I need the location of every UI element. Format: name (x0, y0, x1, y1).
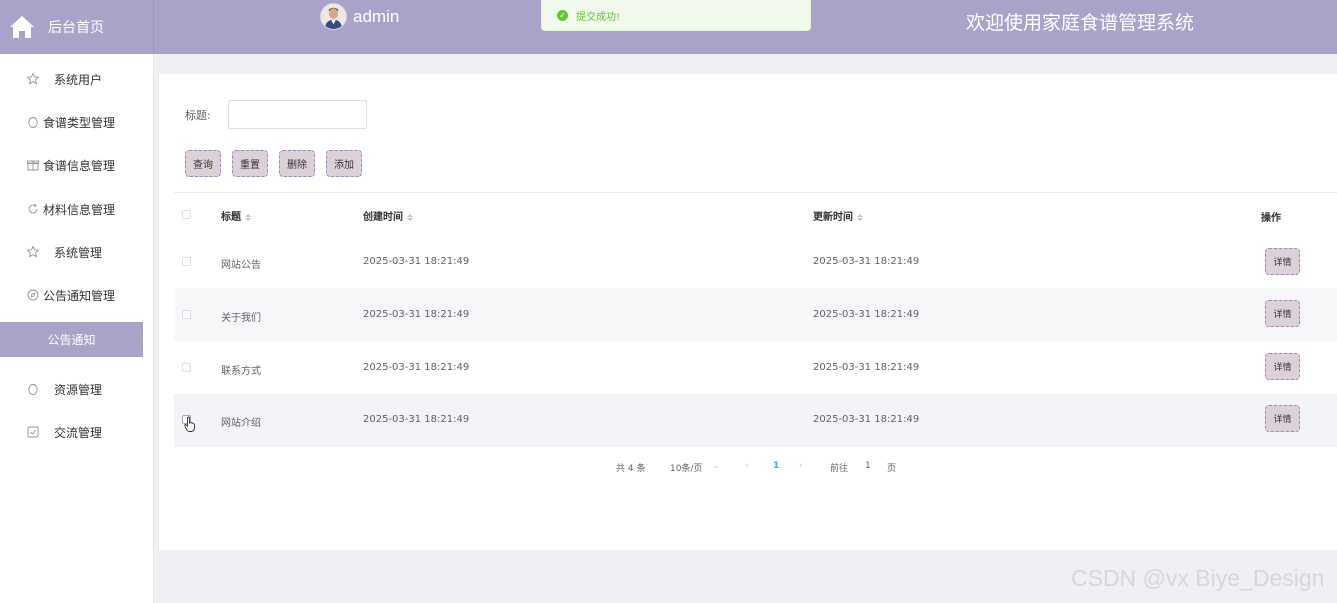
main-content: 标题: 查询 重置 删除 添加 标题 创建时间 更新时间 操作 网站公告 202… (159, 74, 1337, 550)
sidebar-item-label: 食谱信息管理 (43, 158, 116, 173)
sidebar: 系统用户 食谱类型管理 食谱信息管理 材料信息管理 系统管理 公告通知管理 公告… (0, 54, 154, 603)
cell-updated: 2025-03-31 18:21:49 (813, 362, 920, 373)
cell-created: 2025-03-31 18:21:49 (363, 309, 470, 320)
success-toast: ✓ 提交成功! (541, 0, 811, 31)
notice-table: 标题 创建时间 更新时间 操作 网站公告 2025-03-31 18:21:49… (174, 192, 1337, 447)
cell-updated: 2025-03-31 18:21:49 (813, 414, 920, 425)
add-button[interactable]: 添加 (326, 150, 362, 177)
column-header-created[interactable]: 创建时间 (363, 208, 413, 223)
row-checkbox[interactable] (182, 257, 191, 266)
sidebar-item-label: 食谱类型管理 (43, 115, 116, 130)
home-link[interactable]: 后台首页 (0, 0, 154, 54)
hand-cursor-icon (184, 416, 195, 432)
current-page[interactable]: 1 (773, 461, 779, 471)
detail-button[interactable]: 详情 (1265, 353, 1300, 380)
next-page-icon[interactable]: › (799, 461, 803, 471)
egg-icon (28, 117, 38, 128)
sidebar-item-label: 公告通知管理 (43, 288, 116, 303)
goto-label: 前往 (830, 464, 849, 474)
cell-title: 网站介绍 (221, 418, 261, 429)
cell-updated: 2025-03-31 18:21:49 (813, 309, 920, 320)
title-filter-label: 标题: (185, 109, 211, 122)
row-checkbox[interactable] (182, 363, 191, 372)
row-checkbox[interactable] (182, 310, 191, 319)
sidebar-item-system-manage[interactable]: 系统管理 (0, 234, 153, 270)
column-header-label: 标题 (221, 212, 241, 223)
table-row[interactable]: 网站介绍 2025-03-31 18:21:49 2025-03-31 18:2… (174, 394, 1337, 447)
system-title: 欢迎使用家庭食谱管理系统 (966, 12, 1195, 34)
sidebar-item-recipe-info[interactable]: 食谱信息管理 (0, 147, 153, 183)
prev-page-icon[interactable]: ‹ (745, 461, 749, 471)
egg-icon (28, 384, 38, 395)
sidebar-item-label: 材料信息管理 (43, 202, 116, 217)
refresh-icon (28, 203, 38, 214)
sidebar-item-notice-manage[interactable]: 公告通知管理 (0, 277, 153, 313)
user-info[interactable]: admin (320, 3, 399, 30)
cell-title: 网站公告 (221, 260, 261, 271)
gift-icon (27, 160, 39, 171)
star-icon (26, 245, 40, 258)
chevron-down-icon[interactable]: ⌄ (712, 461, 720, 471)
cell-title: 联系方式 (221, 366, 261, 377)
sidebar-item-material-info[interactable]: 材料信息管理 (0, 191, 153, 227)
detail-button[interactable]: 详情 (1265, 248, 1300, 275)
home-label: 后台首页 (48, 20, 104, 36)
compass-icon (27, 289, 39, 301)
sidebar-item-label: 资源管理 (54, 382, 103, 397)
toast-message: 提交成功! (576, 11, 621, 23)
cell-created: 2025-03-31 18:21:49 (363, 414, 470, 425)
reset-button[interactable]: 重置 (232, 150, 268, 177)
sidebar-item-exchange-manage[interactable]: 交流管理 (0, 414, 153, 450)
title-filter-input[interactable] (228, 100, 367, 129)
goto-page-input[interactable]: 1 (865, 461, 871, 471)
username: admin (353, 6, 400, 26)
column-header-title[interactable]: 标题 (221, 208, 251, 223)
delete-button[interactable]: 删除 (279, 150, 315, 177)
page-size-select[interactable]: 10条/页 (670, 461, 703, 474)
checkbox-icon (27, 426, 39, 438)
sidebar-item-resource-manage[interactable]: 资源管理 (0, 371, 153, 407)
select-all-checkbox[interactable] (182, 210, 191, 219)
column-header-label: 更新时间 (813, 212, 853, 223)
sort-icon[interactable] (245, 213, 251, 221)
check-circle-icon: ✓ (557, 9, 568, 21)
cell-title: 关于我们 (221, 313, 261, 324)
sidebar-item-system-users[interactable]: 系统用户 (0, 61, 153, 97)
sidebar-item-label: 公告通知 (47, 333, 96, 347)
table-row[interactable]: 联系方式 2025-03-31 18:21:49 2025-03-31 18:2… (174, 341, 1337, 394)
star-icon (26, 72, 40, 85)
detail-button[interactable]: 详情 (1265, 300, 1300, 327)
column-header-actions: 操作 (1261, 213, 1281, 224)
sidebar-item-label: 交流管理 (54, 425, 103, 440)
detail-button[interactable]: 详情 (1265, 405, 1300, 432)
watermark: CSDN @vx Biye_Design (1071, 565, 1325, 591)
sidebar-item-notice[interactable]: 公告通知 (0, 322, 143, 357)
column-header-updated[interactable]: 更新时间 (813, 208, 863, 223)
home-icon (10, 16, 34, 38)
cell-created: 2025-03-31 18:21:49 (363, 256, 470, 267)
column-header-label: 创建时间 (363, 212, 403, 223)
pagination-total: 共 4 条 (616, 464, 646, 474)
sidebar-item-recipe-type[interactable]: 食谱类型管理 (0, 104, 153, 140)
cell-created: 2025-03-31 18:21:49 (363, 362, 470, 373)
sidebar-item-label: 系统用户 (54, 72, 103, 87)
sort-icon[interactable] (857, 213, 863, 221)
table-row[interactable]: 网站公告 2025-03-31 18:21:49 2025-03-31 18:2… (174, 235, 1337, 288)
avatar[interactable] (320, 3, 347, 30)
sidebar-item-label: 系统管理 (54, 245, 103, 260)
table-row[interactable]: 关于我们 2025-03-31 18:21:49 2025-03-31 18:2… (174, 288, 1337, 341)
query-button[interactable]: 查询 (185, 150, 221, 177)
sort-icon[interactable] (407, 213, 413, 221)
cell-updated: 2025-03-31 18:21:49 (813, 256, 920, 267)
page-suffix: 页 (887, 464, 897, 474)
